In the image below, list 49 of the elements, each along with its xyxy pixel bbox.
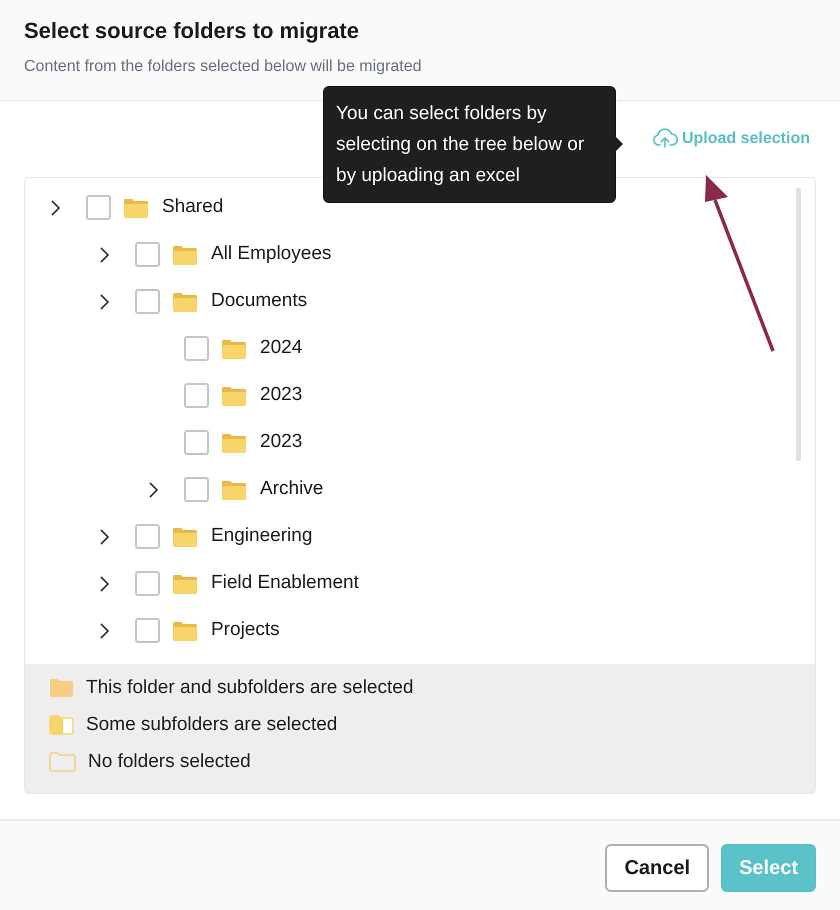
checkbox[interactable] [135, 571, 160, 596]
chevron-right-icon[interactable] [98, 246, 110, 264]
folder-icon [221, 478, 247, 500]
folder-icon [221, 384, 247, 406]
folder-icon [172, 620, 198, 642]
checkbox[interactable] [184, 430, 209, 455]
folder-icon [172, 526, 198, 548]
checkbox[interactable] [135, 618, 160, 643]
dialog-subtitle: Content from the folders selected below will be migrated [24, 57, 423, 77]
checkbox[interactable] [184, 477, 209, 502]
tooltip-text: You can select folders by selecting on the tree below or by uploading an excel [335, 102, 586, 188]
legend-label: No folders selected [88, 750, 251, 774]
checkbox[interactable] [135, 242, 160, 267]
folder-label[interactable]: Shared [162, 193, 224, 222]
chevron-right-icon[interactable] [98, 292, 110, 310]
chevron-right-icon[interactable] [98, 574, 110, 592]
chevron-right-icon[interactable] [49, 198, 61, 216]
folder-icon [172, 572, 198, 594]
cloud-upload-icon [652, 128, 678, 150]
checkbox[interactable] [184, 383, 209, 408]
checkbox[interactable] [135, 524, 160, 549]
legend-label: Some subfolders are selected [86, 712, 338, 737]
chevron-right-icon[interactable] [147, 480, 159, 498]
folder-icon [172, 244, 198, 266]
chevron-right-icon[interactable] [98, 622, 110, 640]
checkbox[interactable] [86, 195, 111, 220]
chevron-right-icon[interactable] [98, 528, 110, 546]
checkbox[interactable] [135, 289, 160, 314]
folder-label[interactable]: Field Enablement [211, 569, 359, 598]
scrollbar-thumb[interactable] [796, 188, 801, 461]
cancel-button[interactable]: Cancel [605, 844, 710, 892]
folder-label[interactable]: Archive [260, 475, 324, 504]
checkbox[interactable] [184, 336, 209, 361]
folder-label[interactable]: 2023 [260, 381, 302, 410]
folder-label[interactable]: Engineering [211, 522, 312, 551]
folder-icon [172, 290, 198, 312]
empty-folder-icon [49, 752, 76, 772]
folder-icon [49, 678, 74, 698]
folder-label[interactable]: Documents [211, 287, 308, 316]
partial-folder-icon [49, 715, 74, 735]
dialog-title: Select source folders to migrate [24, 17, 360, 45]
folder-icon [221, 338, 247, 360]
folder-label[interactable]: 2023 [260, 428, 302, 457]
folder-label[interactable]: Projects [211, 616, 280, 645]
folder-label[interactable]: All Employees [211, 240, 332, 269]
folder-icon [221, 432, 247, 454]
folder-label[interactable]: 2024 [260, 334, 302, 363]
folder-icon [123, 196, 149, 218]
legend-label: This folder and subfolders are selected [86, 676, 414, 700]
